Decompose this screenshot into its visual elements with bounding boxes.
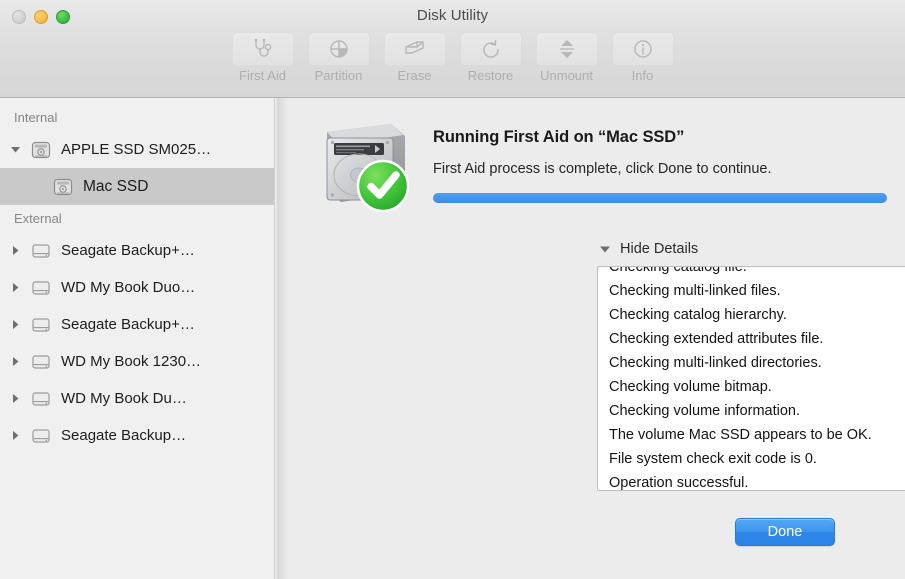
sidebar-item-external-2[interactable]: Seagate Backup+… (0, 306, 274, 343)
sidebar-section-header-external: External (14, 211, 62, 226)
triangle-right-icon[interactable] (4, 282, 26, 293)
triangle-down-icon[interactable] (4, 144, 26, 155)
toolbar-label-unmount: Unmount (540, 68, 593, 83)
toolbar-button-partition[interactable]: Partition (307, 32, 370, 83)
sidebar-item-label: APPLE SSD SM025… (61, 141, 212, 158)
log-line-list: Checking catalog file. Checking multi-li… (598, 266, 905, 491)
status-subtitle: First Aid process is complete, click Don… (433, 161, 772, 177)
internal-disk-icon (26, 138, 56, 162)
triangle-right-icon[interactable] (4, 430, 26, 441)
sidebar-item-label: WD My Book Du… (61, 390, 187, 407)
external-disk-icon (26, 276, 56, 300)
log-line: Operation successful. (609, 475, 749, 491)
external-disk-icon (26, 239, 56, 263)
sidebar-item-label: Mac SSD (83, 177, 149, 195)
log-line: Checking multi-linked directories. (609, 355, 822, 371)
toolbar-label-partition: Partition (314, 68, 363, 83)
undo-arrow-icon (480, 38, 502, 60)
triangle-right-icon[interactable] (4, 245, 26, 256)
status-header: Running First Aid on “Mac SSD” First Aid… (317, 116, 887, 212)
status-title: Running First Aid on “Mac SSD” (433, 128, 685, 146)
sidebar-section-header-internal: Internal (14, 110, 58, 125)
log-line: Checking extended attributes file. (609, 331, 824, 347)
toolbar-label-first-aid: First Aid (239, 68, 286, 83)
log-line: Checking catalog hierarchy. (609, 307, 787, 323)
sidebar-item-external-1[interactable]: WD My Book Duo… (0, 269, 274, 306)
disk-utility-window: Disk Utility First Aid Partition Erase R… (0, 0, 905, 579)
progress-bar (433, 193, 887, 203)
toolbar: First Aid Partition Erase Restore Unmoun… (0, 32, 905, 83)
hide-details-disclosure[interactable]: Hide Details (599, 241, 698, 257)
first-aid-button-surface (231, 32, 294, 66)
triangle-down-icon[interactable] (599, 243, 611, 255)
hard-drive-with-success-check-icon (317, 116, 413, 212)
log-line: The volume Mac SSD appears to be OK. (609, 427, 872, 443)
erase-pencil-icon (403, 38, 427, 60)
first-aid-panel: Running First Aid on “Mac SSD” First Aid… (276, 98, 905, 579)
sidebar-item-label: Seagate Backup+… (61, 242, 195, 259)
first-aid-log[interactable]: Checking catalog file. Checking multi-li… (597, 266, 905, 491)
sidebar-item-external-4[interactable]: WD My Book Du… (0, 380, 274, 417)
eject-icon (557, 38, 577, 60)
progress-bar-fill (433, 193, 887, 203)
log-line: Checking volume bitmap. (609, 379, 772, 395)
log-line: Checking multi-linked files. (609, 283, 781, 299)
triangle-right-icon[interactable] (4, 356, 26, 367)
stethoscope-icon (251, 38, 275, 60)
window-titlebar: Disk Utility First Aid Partition Erase R… (0, 0, 905, 98)
sidebar-item-label: Seagate Backup… (61, 427, 187, 444)
restore-button-surface (459, 32, 522, 66)
done-button[interactable]: Done (735, 518, 835, 546)
triangle-right-icon[interactable] (4, 393, 26, 404)
toolbar-label-info: Info (631, 68, 654, 83)
external-disk-icon (26, 387, 56, 411)
sidebar-item-label: WD My Book Duo… (61, 279, 196, 296)
info-circle-icon (632, 38, 654, 60)
toolbar-button-unmount[interactable]: Unmount (535, 32, 598, 83)
sidebar-item-mac-ssd[interactable]: Mac SSD (0, 168, 274, 205)
sidebar-item-apple-ssd[interactable]: APPLE SSD SM025… (0, 131, 274, 168)
sidebar-item-external-0[interactable]: Seagate Backup+… (0, 232, 274, 269)
toolbar-label-erase: Erase (397, 68, 432, 83)
external-disk-icon (26, 350, 56, 374)
log-line: Checking volume information. (609, 403, 801, 419)
triangle-right-icon[interactable] (4, 319, 26, 330)
toolbar-button-first-aid[interactable]: First Aid (231, 32, 294, 83)
log-line: File system check exit code is 0. (609, 451, 817, 467)
devices-sidebar[interactable]: Internal APPLE SSD SM025… Mac SSD Extern… (0, 98, 275, 579)
sidebar-item-label: Seagate Backup+… (61, 316, 195, 333)
sidebar-item-external-5[interactable]: Seagate Backup… (0, 417, 274, 454)
toolbar-label-restore: Restore (467, 68, 514, 83)
partition-button-surface (307, 32, 370, 66)
internal-disk-icon (48, 175, 78, 199)
external-disk-icon (26, 424, 56, 448)
erase-button-surface (383, 32, 446, 66)
log-line-clipped: Checking catalog file. (609, 266, 747, 275)
sidebar-item-external-3[interactable]: WD My Book 1230… (0, 343, 274, 380)
sidebar-item-label: WD My Book 1230… (61, 353, 202, 370)
info-button-surface (611, 32, 674, 66)
pie-chart-icon (328, 38, 350, 60)
external-disk-icon (26, 313, 56, 337)
toolbar-button-erase[interactable]: Erase (383, 32, 446, 83)
window-title: Disk Utility (416, 7, 489, 24)
hide-details-label: Hide Details (620, 241, 699, 257)
toolbar-button-info[interactable]: Info (611, 32, 674, 83)
toolbar-button-restore[interactable]: Restore (459, 32, 522, 83)
unmount-button-surface (535, 32, 598, 66)
